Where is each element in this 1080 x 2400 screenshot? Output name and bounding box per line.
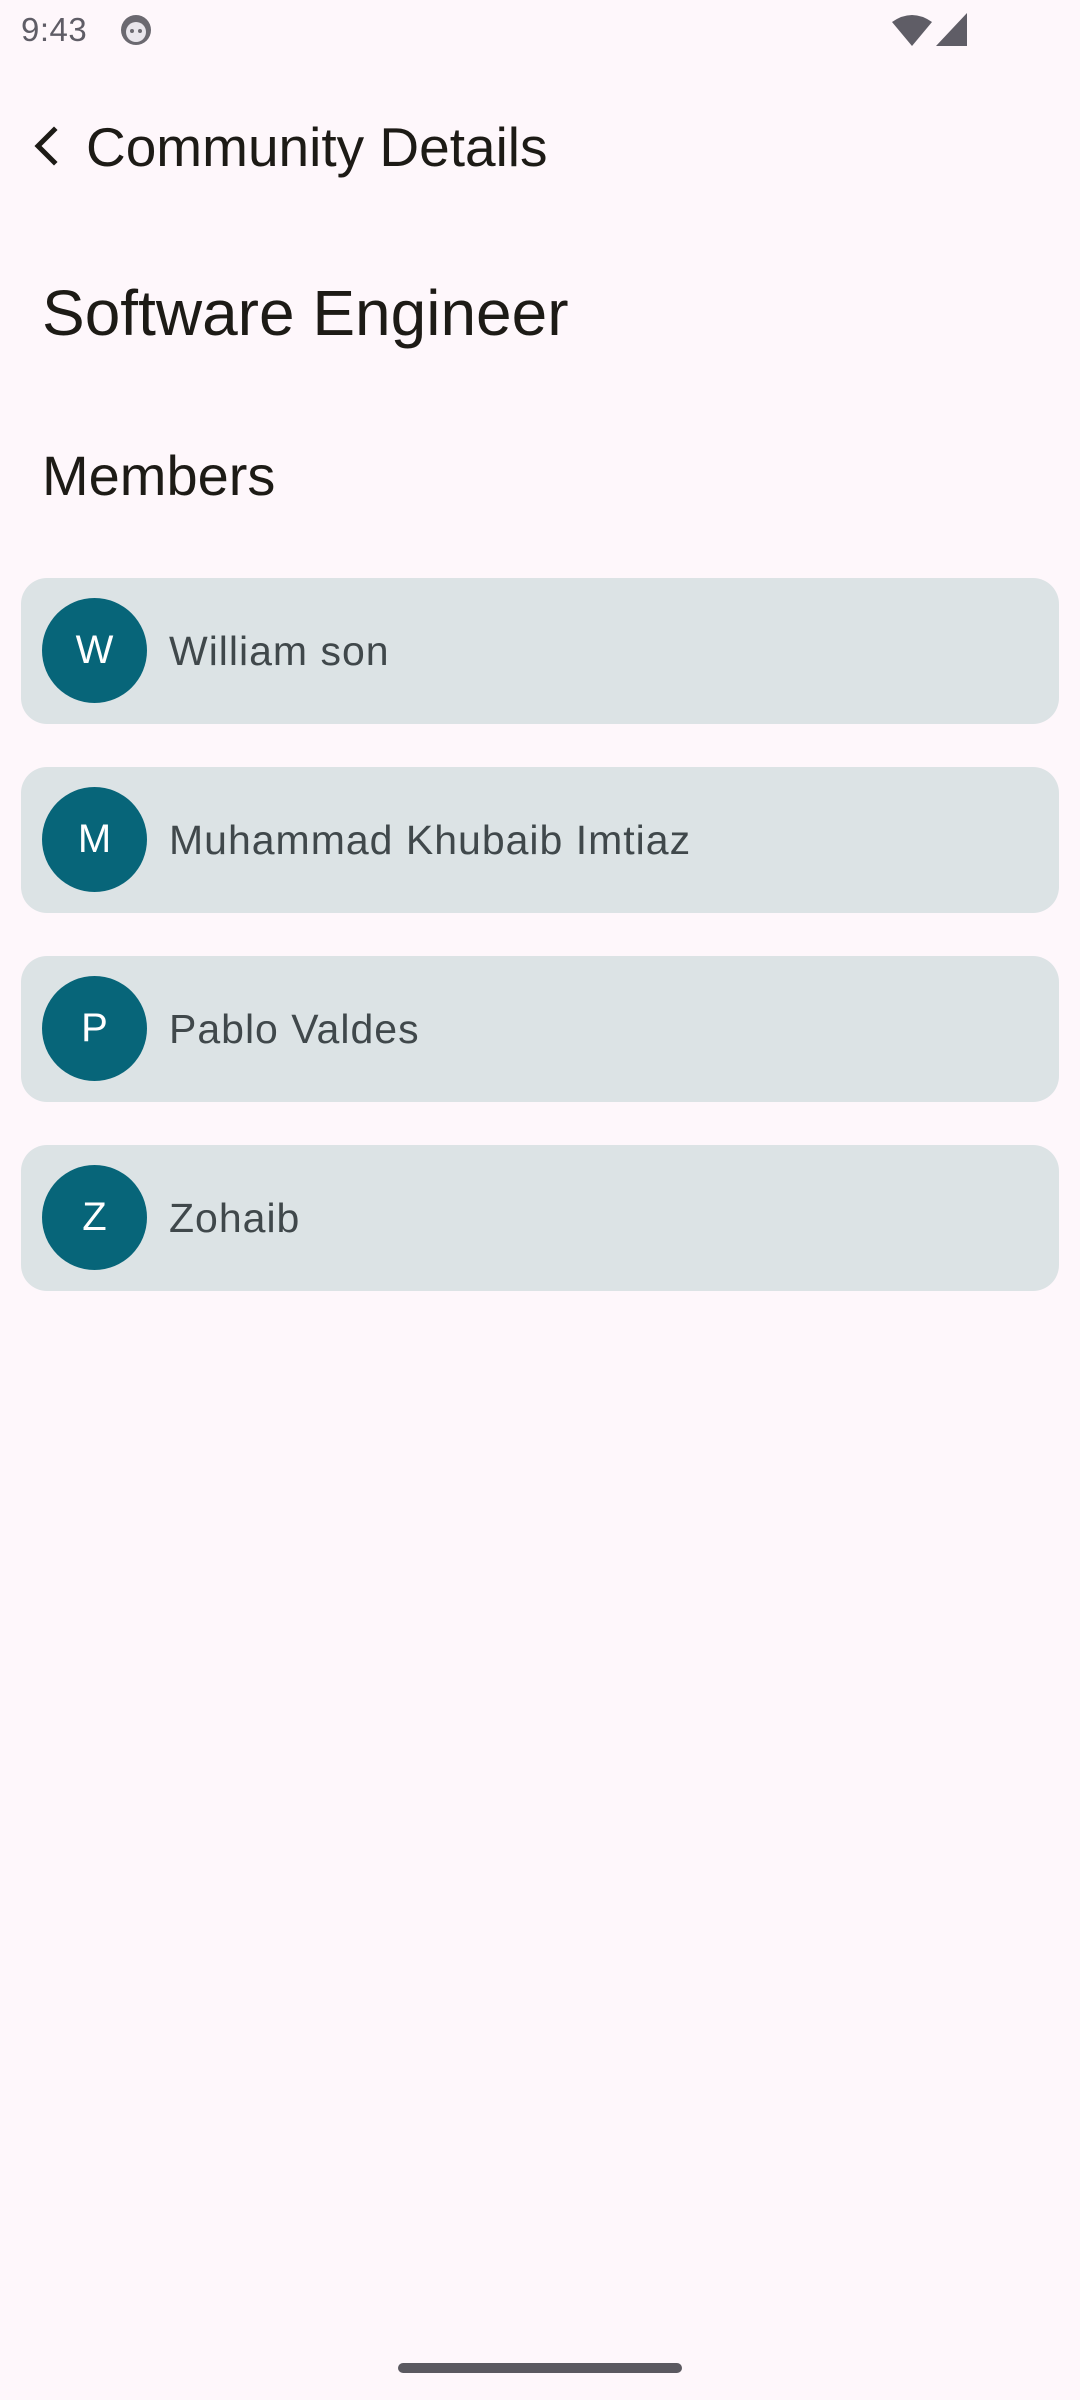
- avatar: W: [42, 598, 147, 703]
- community-name: Software Engineer: [42, 277, 569, 349]
- member-name: Zohaib: [169, 1194, 301, 1241]
- avatar: M: [42, 787, 147, 892]
- members-heading: Members: [42, 444, 276, 507]
- wifi-icon: [892, 15, 932, 46]
- member-name: Pablo Valdes: [169, 1005, 420, 1052]
- back-button[interactable]: [10, 110, 82, 182]
- members-list: W William son M Muhammad Khubaib Imtiaz …: [21, 578, 1059, 1334]
- avatar: P: [42, 976, 147, 1081]
- member-name: Muhammad Khubaib Imtiaz: [169, 816, 692, 863]
- app-bar: Community Details: [0, 100, 1080, 194]
- page-title: Community Details: [86, 116, 548, 178]
- status-bar: 9:43: [0, 0, 1080, 62]
- android-face-icon: [121, 15, 151, 45]
- status-time: 9:43: [21, 11, 88, 48]
- member-card[interactable]: M Muhammad Khubaib Imtiaz: [21, 767, 1059, 913]
- member-card[interactable]: Z Zohaib: [21, 1145, 1059, 1291]
- member-card[interactable]: P Pablo Valdes: [21, 956, 1059, 1102]
- member-name: William son: [169, 627, 390, 674]
- member-card[interactable]: W William son: [21, 578, 1059, 724]
- home-indicator[interactable]: [398, 2363, 682, 2373]
- chevron-left-icon: [34, 126, 58, 166]
- cell-signal-icon: [936, 13, 967, 46]
- avatar: Z: [42, 1165, 147, 1270]
